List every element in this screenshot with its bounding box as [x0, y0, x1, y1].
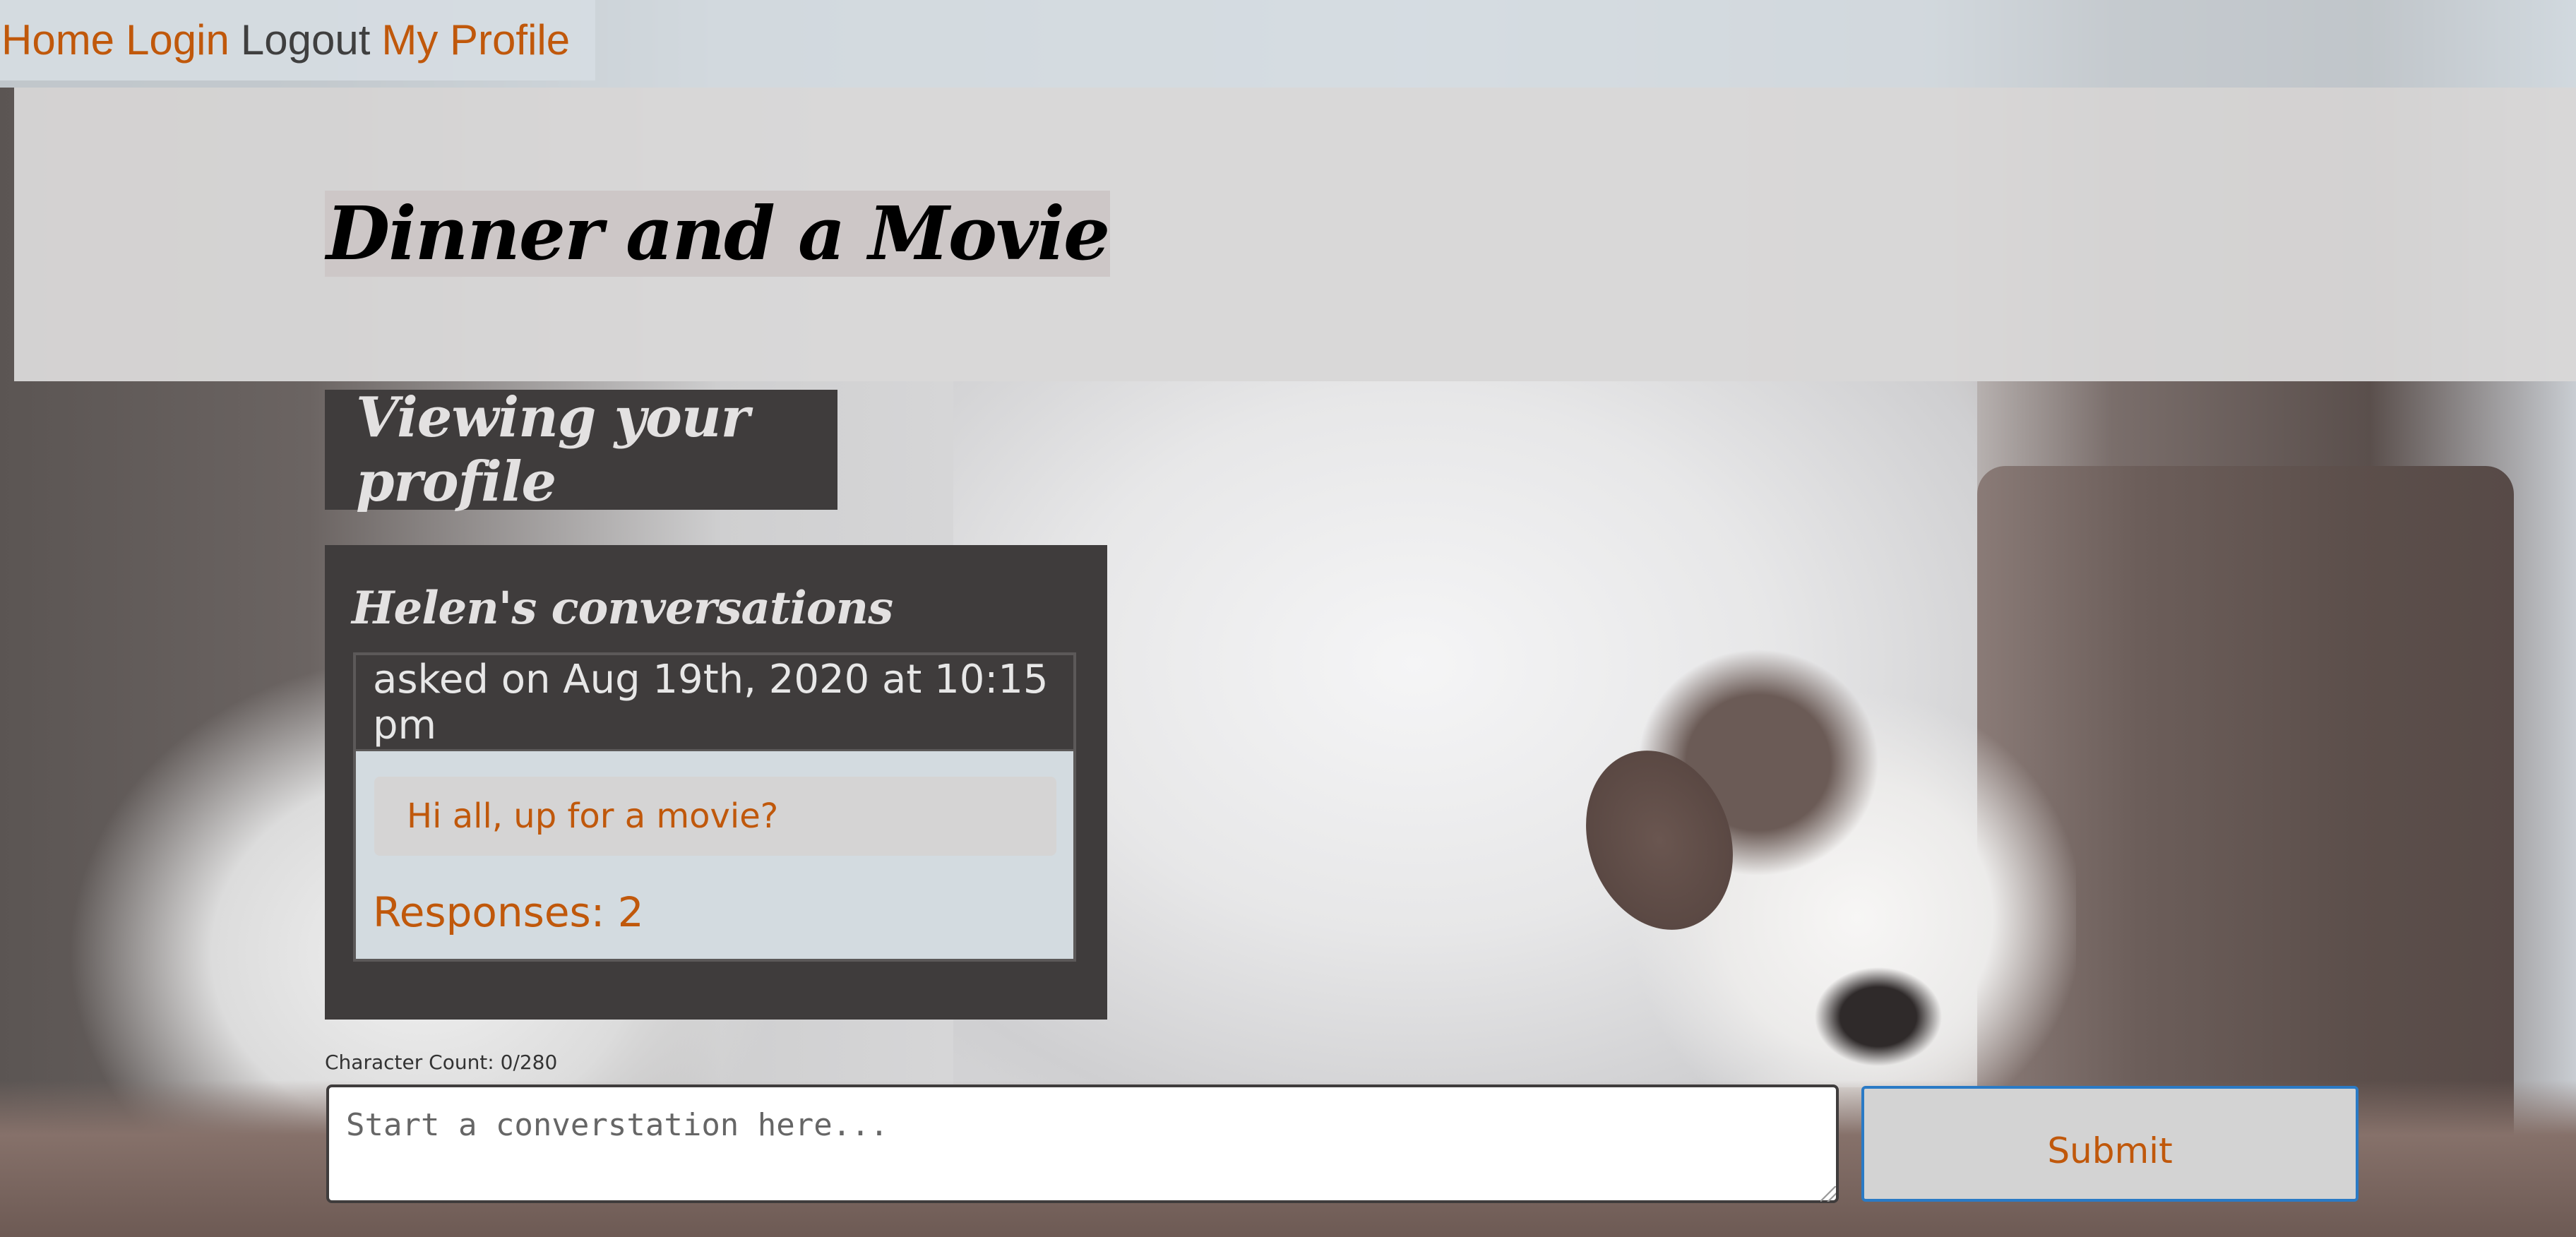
nav-login-link[interactable]: Login — [126, 19, 229, 61]
conversation-item: asked on Aug 19th, 2020 at 10:15 pm Hi a… — [353, 652, 1076, 962]
top-nav: Home Login Logout My Profile — [0, 0, 596, 80]
conversation-message-link[interactable]: Hi all, up for a movie? — [374, 777, 1056, 856]
site-title: Dinner and a Movie — [325, 190, 1110, 277]
conversations-title: Helen's conversations — [352, 582, 893, 635]
profile-heading: Viewing your profile — [325, 386, 837, 514]
nav-my-profile-link[interactable]: My Profile — [381, 19, 570, 61]
character-count: Character Count: 0/280 — [325, 1051, 558, 1074]
nav-logout-link[interactable]: Logout — [241, 19, 371, 61]
nav-home-link[interactable]: Home — [1, 19, 114, 61]
background-dog — [1624, 650, 2076, 1087]
conversations-card: Helen's conversations asked on Aug 19th,… — [325, 545, 1107, 1020]
submit-button[interactable]: Submit — [1861, 1086, 2359, 1202]
background-dog-ear — [1561, 729, 1758, 951]
conversation-timestamp: asked on Aug 19th, 2020 at 10:15 pm — [356, 655, 1073, 751]
conversation-responses-link[interactable]: Responses: 2 — [373, 888, 644, 936]
conversation-input[interactable] — [326, 1084, 1839, 1203]
background-couch-armrest — [1977, 466, 2514, 1172]
